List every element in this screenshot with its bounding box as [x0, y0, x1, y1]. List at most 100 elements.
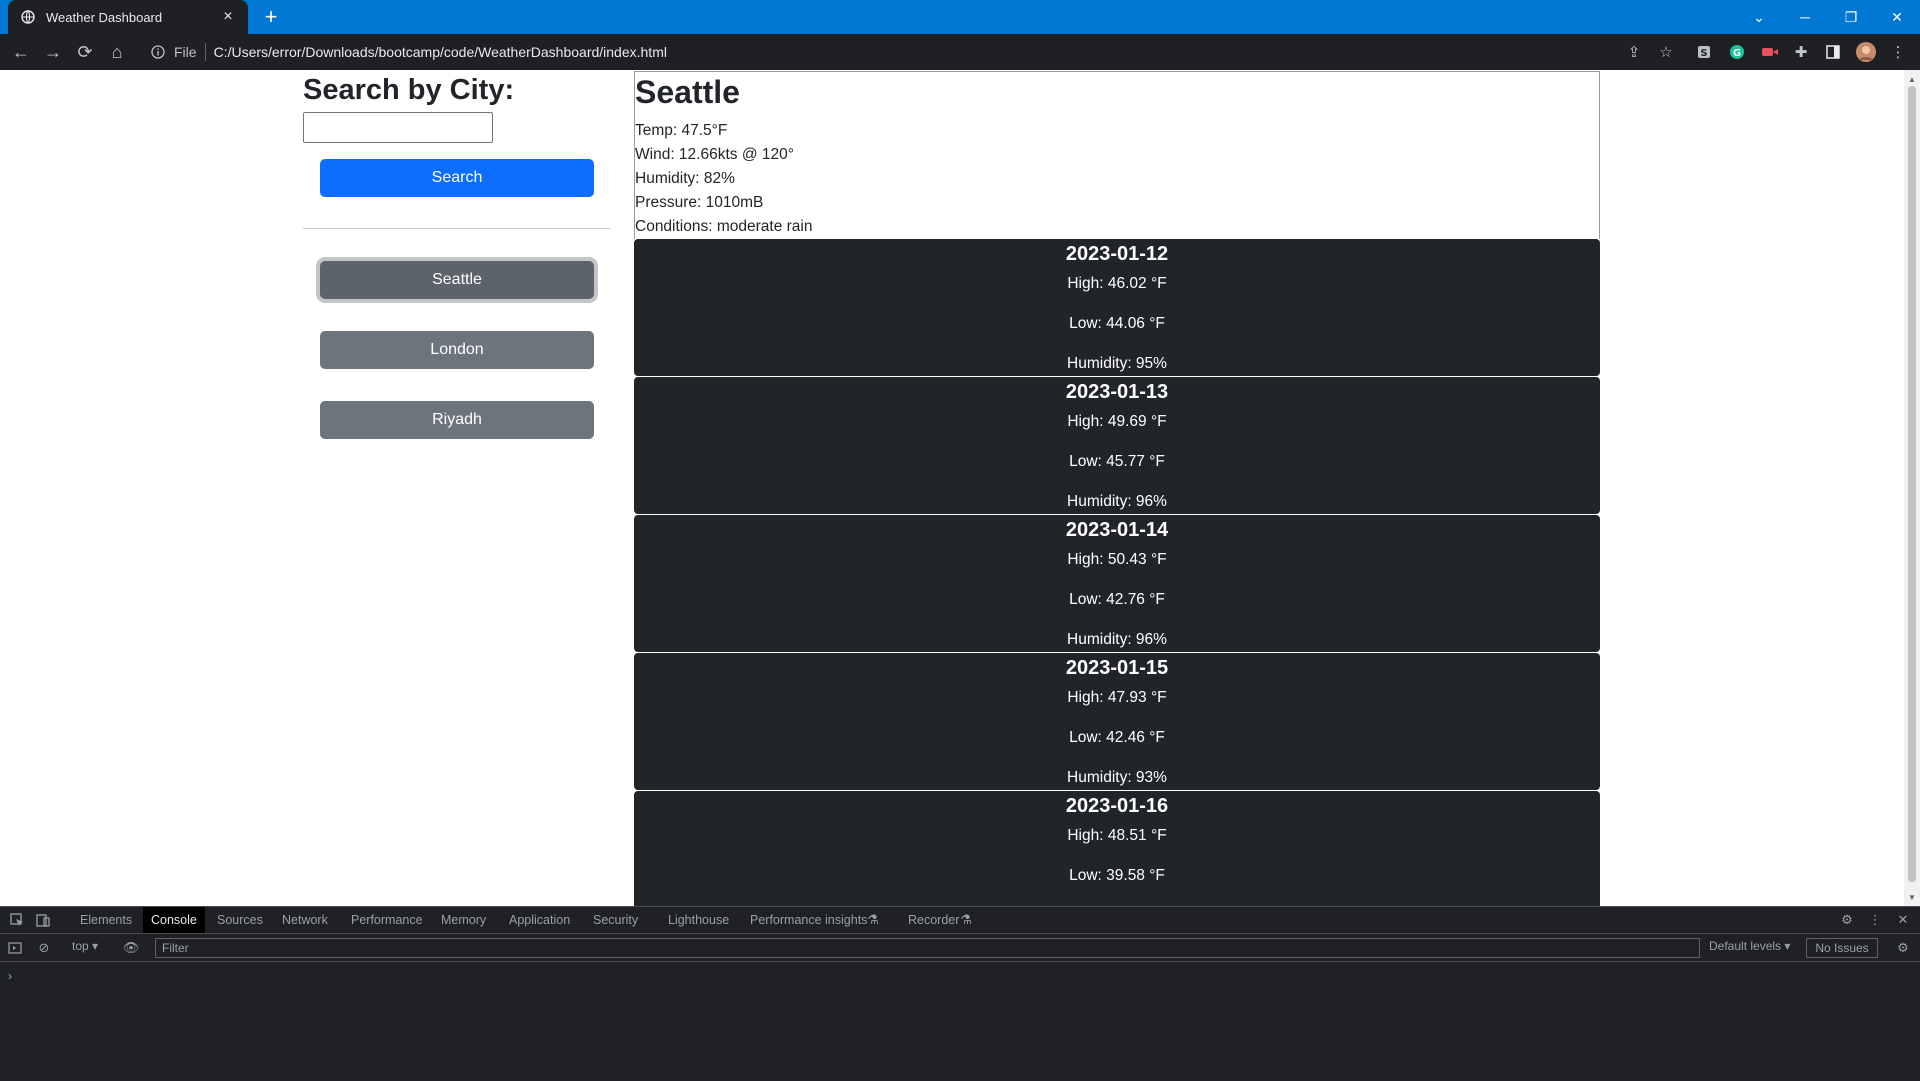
- forecast-high: High: 50.43 °F: [1067, 551, 1167, 568]
- reload-icon[interactable]: ⟳: [71, 38, 99, 66]
- devtools-tab-security[interactable]: Security: [585, 907, 646, 933]
- devtools-tab-network[interactable]: Network: [274, 907, 336, 933]
- devtools-tab-elements[interactable]: Elements: [72, 907, 140, 933]
- side-panel-icon[interactable]: [1823, 42, 1843, 62]
- issues-button[interactable]: No Issues: [1806, 938, 1878, 958]
- forecast-low: Low: 42.46 °F: [1069, 729, 1165, 746]
- devtools-tab-application[interactable]: Application: [501, 907, 578, 933]
- sidebar-toggle-icon[interactable]: [6, 939, 24, 957]
- profile-avatar[interactable]: [1856, 42, 1876, 62]
- context-value: top: [72, 939, 89, 953]
- inspect-element-icon[interactable]: [8, 911, 26, 929]
- close-tab-icon[interactable]: ×: [220, 8, 236, 25]
- devtools-tab-performance-insights[interactable]: Performance insights: [742, 907, 875, 933]
- forecast-humidity: Humidity: 95%: [1067, 355, 1167, 372]
- address-divider: [204, 43, 206, 61]
- extension-s-icon[interactable]: S: [1694, 42, 1714, 62]
- restore-button[interactable]: ❐: [1828, 0, 1874, 34]
- extensions-puzzle-icon[interactable]: ✚: [1791, 42, 1811, 62]
- log-levels-dropdown[interactable]: Default levels ▾: [1709, 939, 1790, 953]
- current-pressure: Pressure: 1010mB: [635, 194, 764, 211]
- forecast-date: 2023-01-15: [1065, 657, 1169, 679]
- forecast-date: 2023-01-16: [1065, 795, 1169, 817]
- info-icon[interactable]: [148, 42, 168, 62]
- devtools-panel: Elements Console Sources Network Perform…: [0, 906, 1920, 1081]
- forecast-humidity: Humidity: 93%: [1067, 769, 1167, 786]
- forecast-humidity: Humidity: 96%: [1067, 631, 1167, 648]
- home-icon[interactable]: ⌂: [103, 38, 131, 66]
- browser-toolbar: ← → ⟳ ⌂ File C:/Users/error/Downloads/bo…: [0, 34, 1920, 70]
- log-levels-value: Default levels: [1709, 939, 1782, 953]
- browser-tab[interactable]: Weather Dashboard ×: [8, 0, 248, 34]
- devtools-tab-performance[interactable]: Performance: [343, 907, 431, 933]
- globe-icon: [20, 9, 36, 25]
- page-viewport: Search by City: Search Seattle London Ri…: [0, 70, 1920, 906]
- live-expression-eye-icon[interactable]: 👁: [122, 939, 140, 957]
- share-icon[interactable]: ⇪: [1624, 42, 1644, 62]
- scroll-down-arrow-icon[interactable]: ▼: [1904, 890, 1920, 904]
- forecast-date: 2023-01-14: [1065, 519, 1169, 541]
- flask-icon: ⚗: [867, 912, 879, 927]
- tab-title: Weather Dashboard: [46, 9, 163, 25]
- current-conditions: Conditions: moderate rain: [635, 218, 813, 235]
- forecast-low: Low: 45.77 °F: [1069, 453, 1165, 470]
- devtools-tab-console[interactable]: Console: [143, 907, 205, 933]
- close-window-button[interactable]: ✕: [1874, 0, 1920, 34]
- url-text[interactable]: C:/Users/error/Downloads/bootcamp/code/W…: [214, 44, 667, 60]
- forecast-low: Low: 44.06 °F: [1069, 315, 1165, 332]
- forecast-high: High: 46.02 °F: [1067, 275, 1167, 292]
- forecast-humidity: Humidity: 96%: [1067, 493, 1167, 510]
- address-scheme-label: File: [174, 44, 197, 60]
- record-extension-icon[interactable]: [1760, 42, 1780, 62]
- browser-menu-icon[interactable]: ⋮: [1888, 42, 1908, 62]
- tab-search-icon[interactable]: ⌄: [1736, 0, 1782, 34]
- current-temp: Temp: 47.5°F: [635, 122, 728, 139]
- new-tab-button[interactable]: +: [258, 4, 284, 30]
- device-toolbar-icon[interactable]: [34, 911, 52, 929]
- current-wind: Wind: 12.66kts @ 120°: [635, 146, 794, 163]
- history-button-riyadh[interactable]: Riyadh: [320, 401, 594, 439]
- city-search-input[interactable]: [303, 112, 493, 143]
- close-devtools-icon[interactable]: ✕: [1894, 911, 1912, 929]
- forecast-low: Low: 42.76 °F: [1069, 591, 1165, 608]
- devtools-tab-lighthouse[interactable]: Lighthouse: [660, 907, 737, 933]
- forecast-date: 2023-01-12: [1065, 243, 1169, 265]
- svg-text:S: S: [1700, 48, 1707, 59]
- history-button-seattle[interactable]: Seattle: [320, 261, 594, 299]
- console-filter-input[interactable]: Filter: [155, 938, 1700, 958]
- current-weather-panel: Seattle Temp: 47.5°F Wind: 12.66kts @ 12…: [634, 71, 1600, 239]
- forecast-high: High: 48.51 °F: [1067, 827, 1167, 844]
- minimize-button[interactable]: ─: [1782, 0, 1828, 34]
- forecast-card: 2023-01-16 High: 48.51 °F Low: 39.58 °F: [634, 791, 1600, 906]
- console-settings-gear-icon[interactable]: ⚙: [1894, 939, 1912, 957]
- clear-console-icon[interactable]: ⊘: [35, 939, 53, 957]
- bookmark-star-icon[interactable]: ☆: [1656, 42, 1676, 62]
- grammarly-icon[interactable]: G: [1727, 42, 1747, 62]
- devtools-menu-icon[interactable]: ⋮: [1866, 911, 1884, 929]
- search-button[interactable]: Search: [320, 159, 594, 197]
- scrollbar-thumb[interactable]: [1908, 86, 1916, 882]
- page-scrollbar[interactable]: ▲ ▼: [1904, 70, 1920, 906]
- forecast-card: 2023-01-13 High: 49.69 °F Low: 45.77 °F …: [634, 377, 1600, 514]
- context-selector[interactable]: top ▾: [72, 939, 98, 953]
- svg-text:G: G: [1733, 48, 1741, 59]
- browser-tab-strip: Weather Dashboard × + ⌄ ─ ❐ ✕: [0, 0, 1920, 34]
- current-humidity: Humidity: 82%: [635, 170, 735, 187]
- devtools-tab-bar: Elements Console Sources Network Perform…: [0, 907, 1920, 934]
- filter-placeholder: Filter: [162, 941, 189, 955]
- devtools-tab-sources[interactable]: Sources: [209, 907, 271, 933]
- back-arrow-icon[interactable]: ←: [7, 38, 35, 66]
- forecast-high: High: 47.93 °F: [1067, 689, 1167, 706]
- forecast-card: 2023-01-12 High: 46.02 °F Low: 44.06 °F …: [634, 239, 1600, 376]
- forward-arrow-icon[interactable]: →: [39, 38, 67, 66]
- history-button-london[interactable]: London: [320, 331, 594, 369]
- forecast-date: 2023-01-13: [1065, 381, 1169, 403]
- console-prompt[interactable]: ›: [8, 969, 12, 983]
- settings-gear-icon[interactable]: ⚙: [1838, 911, 1856, 929]
- sidebar-divider: [303, 228, 610, 229]
- devtools-tab-memory[interactable]: Memory: [433, 907, 494, 933]
- address-bar[interactable]: File C:/Users/error/Downloads/bootcamp/c…: [142, 37, 1660, 67]
- scroll-up-arrow-icon[interactable]: ▲: [1904, 72, 1920, 86]
- console-toolbar: ⊘ top ▾ 👁 Filter Default levels ▾ No Iss…: [0, 934, 1920, 962]
- forecast-low: Low: 39.58 °F: [1069, 867, 1165, 884]
